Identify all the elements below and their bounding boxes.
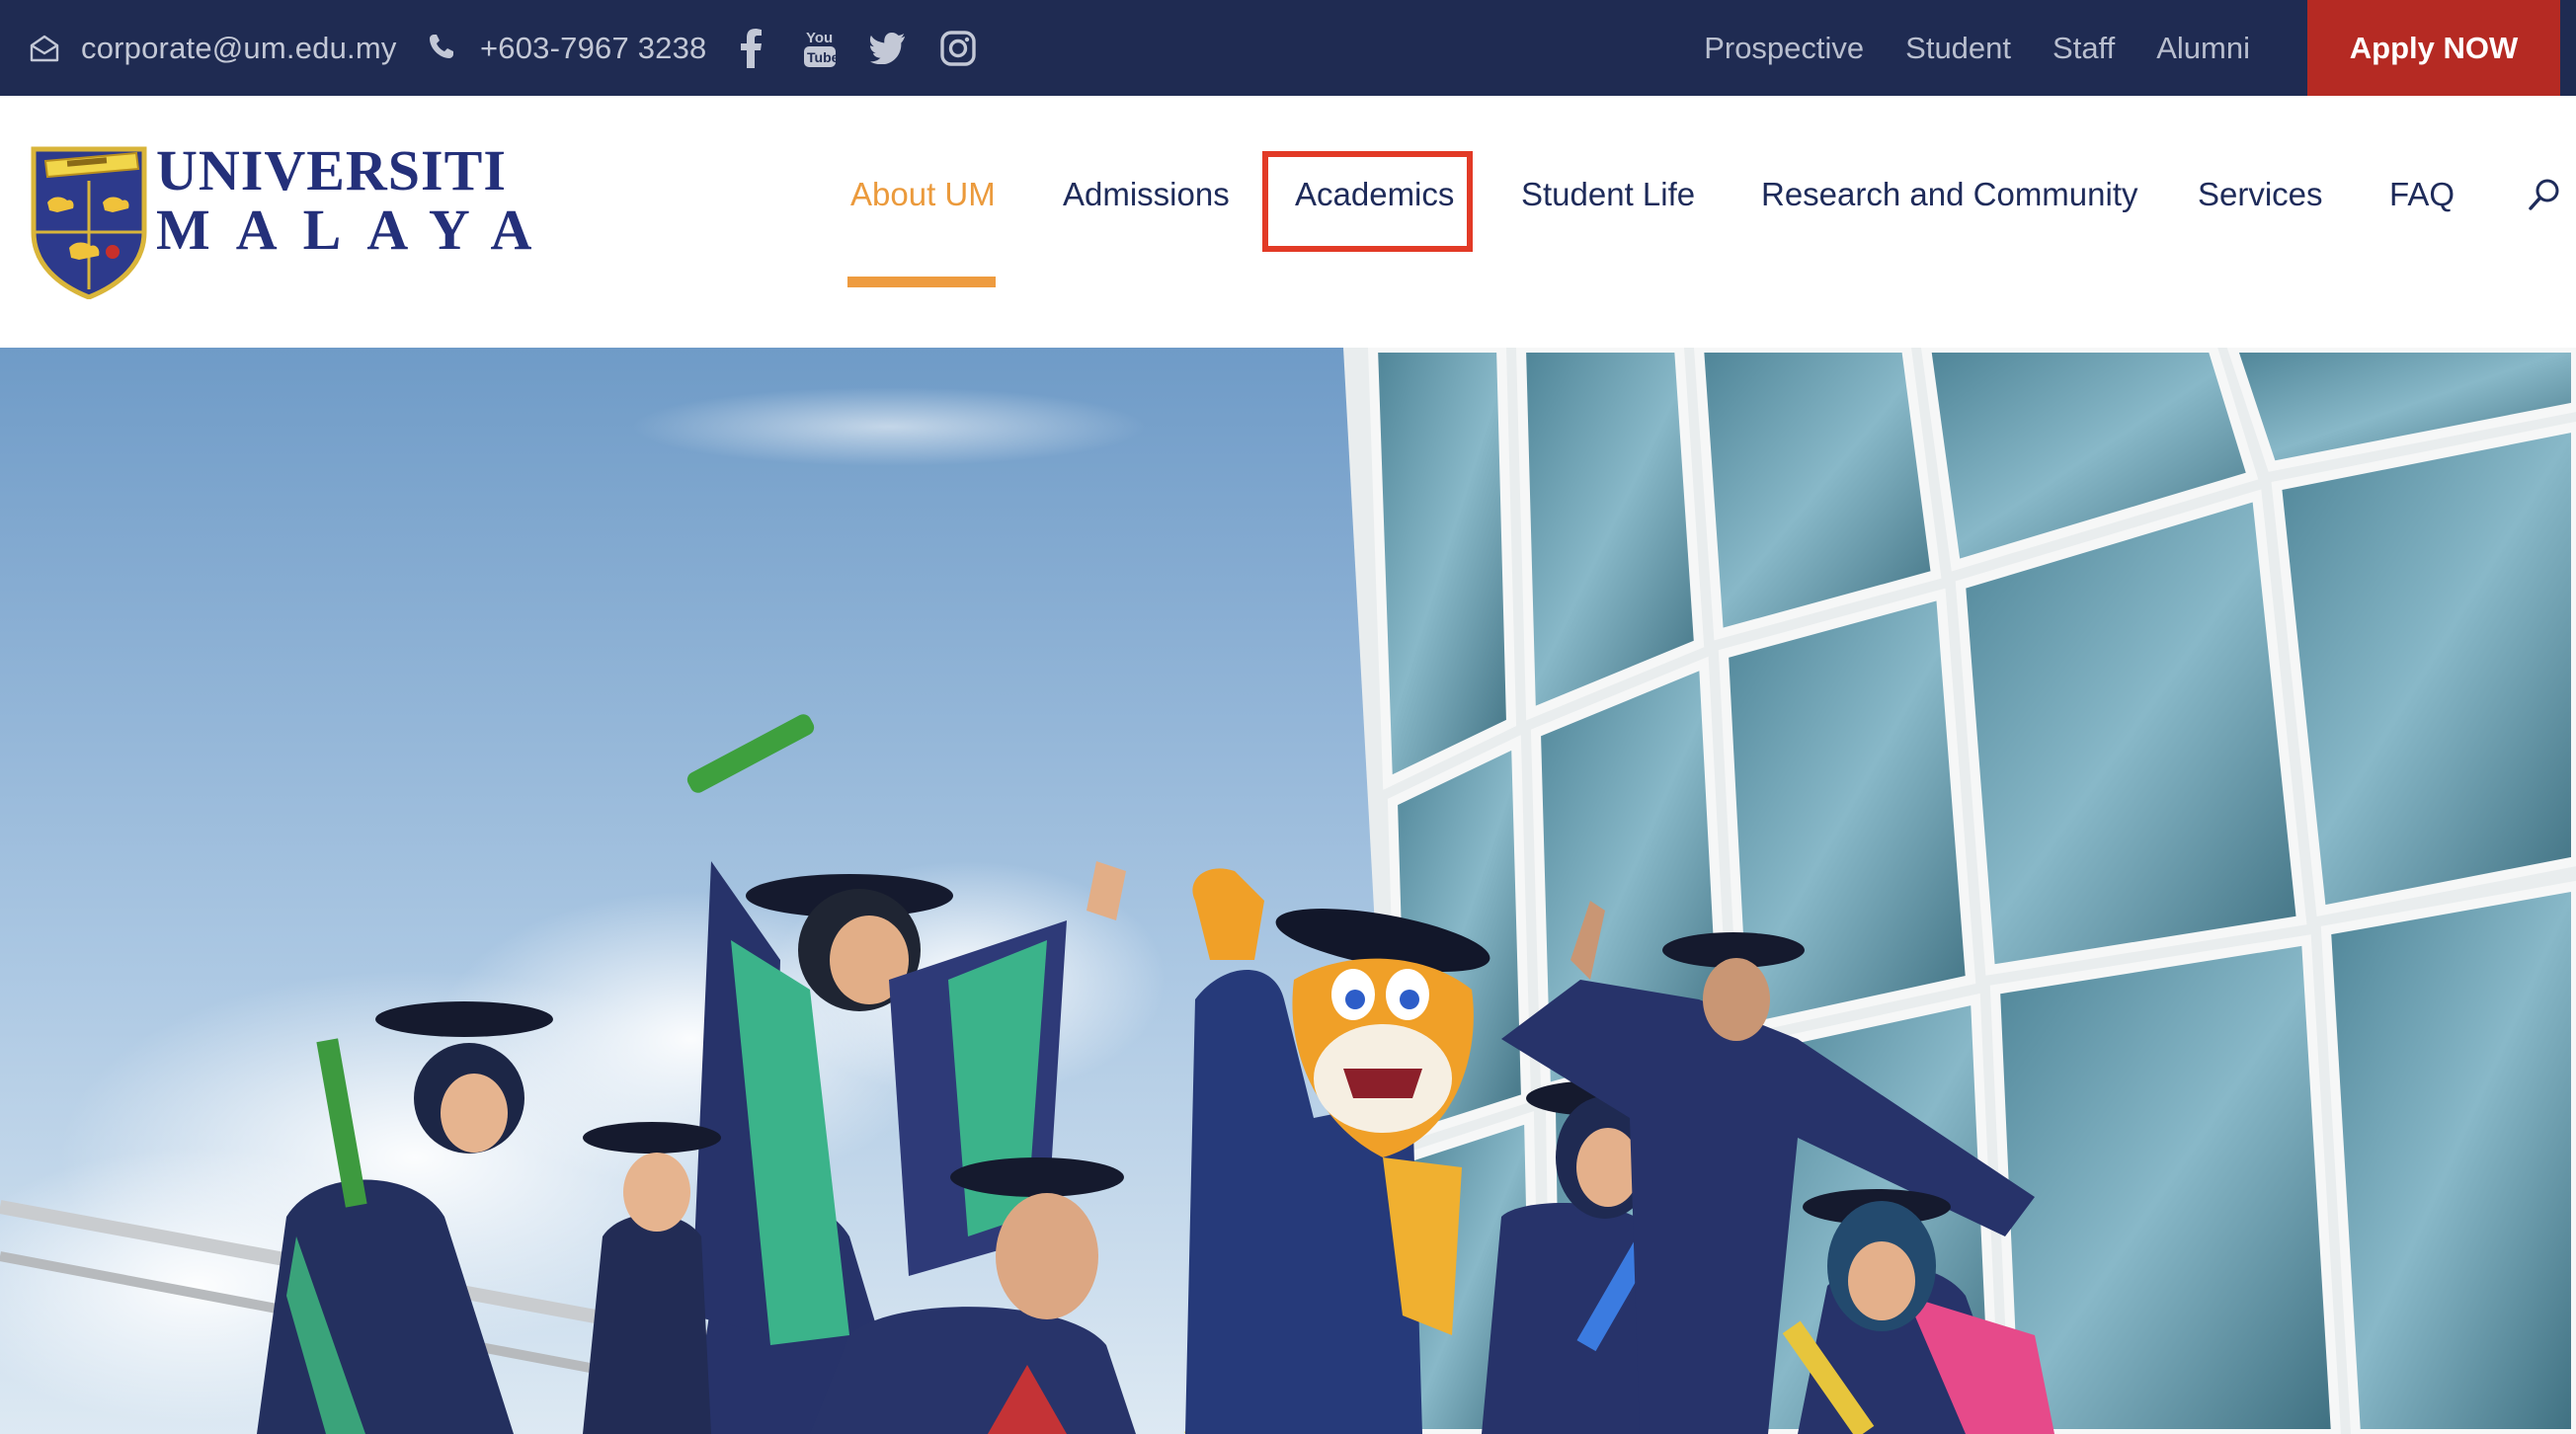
link-alumni[interactable]: Alumni [2156, 31, 2250, 66]
instagram-icon[interactable] [938, 29, 978, 68]
phone-text: +603-7967 3238 [480, 30, 707, 65]
svg-text:You: You [806, 30, 833, 46]
search-icon[interactable] [2527, 177, 2562, 212]
link-student[interactable]: Student [1905, 31, 2011, 66]
main-header: UNIVERSITI MALAYA About UM Admissions Ac… [0, 96, 2576, 348]
apply-now-button[interactable]: Apply NOW [2307, 0, 2560, 96]
audience-links: Prospective Student Staff Alumni [1704, 0, 2250, 96]
social-links: You Tube [731, 0, 978, 96]
nav-item-faq[interactable]: FAQ [2389, 96, 2455, 293]
email-text: corporate@um.edu.my [81, 30, 397, 65]
envelope-icon [28, 32, 61, 65]
youtube-icon[interactable]: You Tube [800, 29, 840, 68]
top-bar: corporate@um.edu.my +603-7967 3238 You Tu… [0, 0, 2576, 96]
link-prospective[interactable]: Prospective [1704, 31, 1864, 66]
nav-item-services[interactable]: Services [2198, 96, 2323, 293]
nav-item-admissions[interactable]: Admissions [1063, 96, 1230, 293]
nav-item-research-and-community[interactable]: Research and Community [1761, 96, 2138, 293]
link-staff[interactable]: Staff [2053, 31, 2115, 66]
contact-phone[interactable]: +603-7967 3238 [427, 0, 707, 96]
hero-banner [0, 348, 2576, 1434]
active-nav-indicator [847, 277, 996, 287]
academics-highlight-box [1262, 151, 1473, 252]
hero-graduates-photo [0, 348, 2576, 1434]
phone-icon [427, 32, 460, 65]
svg-text:Tube: Tube [807, 49, 838, 65]
facebook-icon[interactable] [731, 28, 770, 68]
nav-item-about-um[interactable]: About UM [850, 96, 996, 293]
twitter-icon[interactable] [869, 29, 909, 68]
nav-item-student-life[interactable]: Student Life [1521, 96, 1695, 293]
contact-email[interactable]: corporate@um.edu.my [28, 0, 397, 96]
